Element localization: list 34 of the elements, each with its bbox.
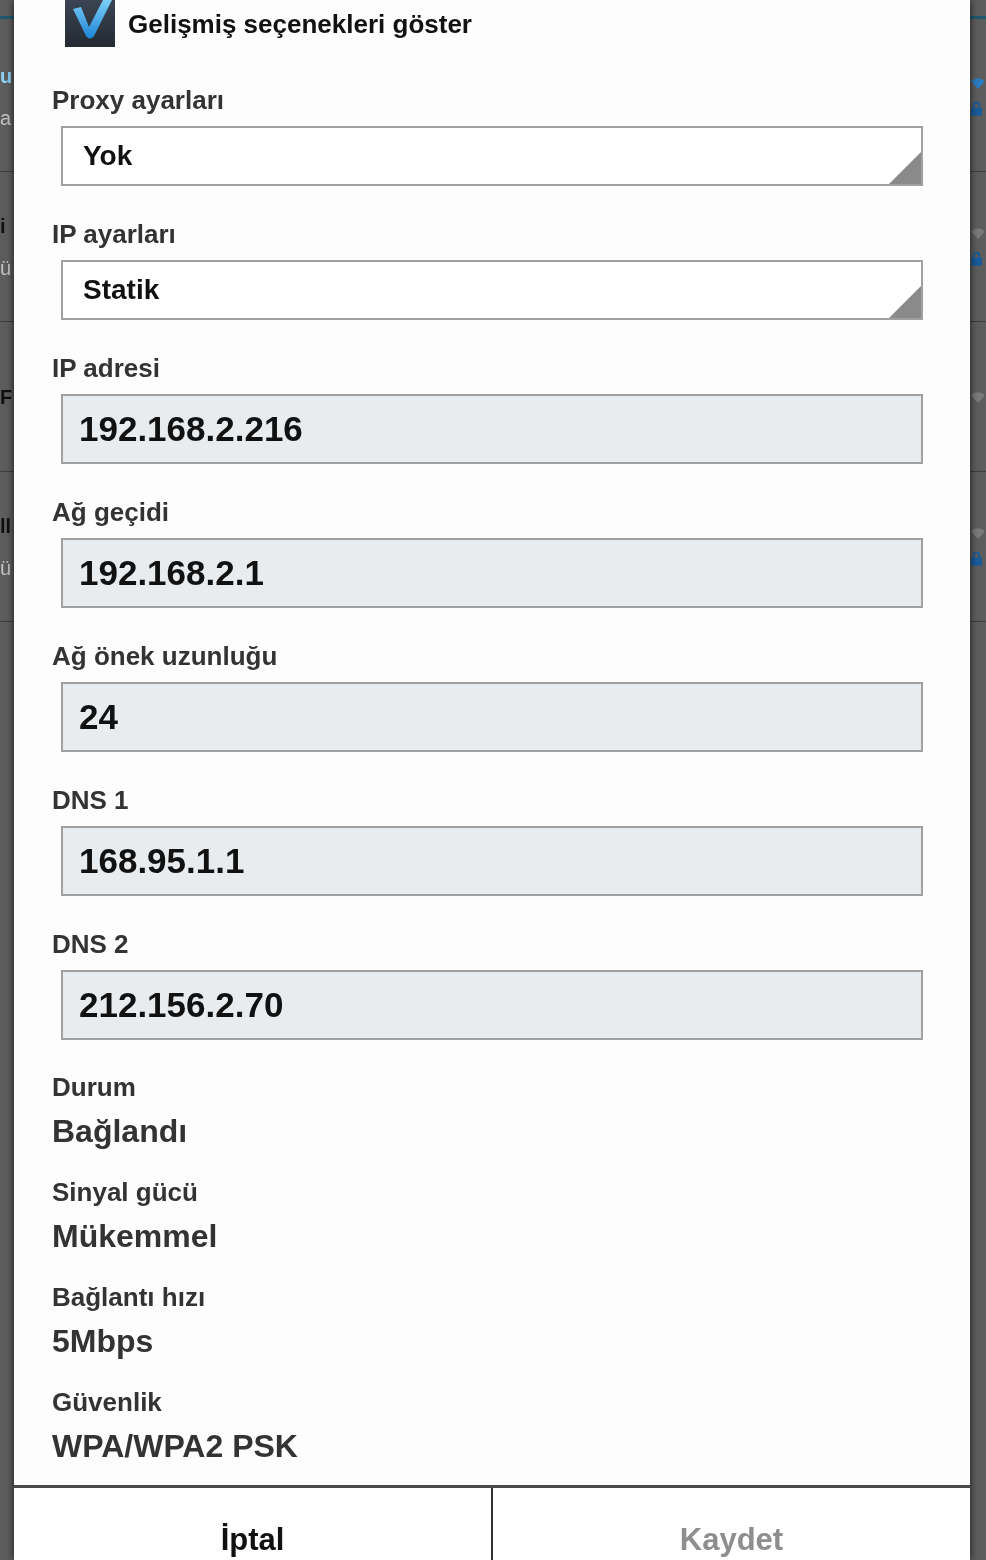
field-label: Ağ geçidi bbox=[52, 496, 169, 528]
network-status-fragment: a bbox=[0, 105, 12, 131]
network-status-fragment: ü bbox=[0, 555, 12, 581]
detail-label: Güvenlik bbox=[52, 1386, 162, 1418]
input-field[interactable]: 212.156.2.70 bbox=[61, 970, 923, 1040]
detail-value: WPA/WPA2 PSK bbox=[52, 1427, 298, 1466]
dropdown-field[interactable]: Yok bbox=[61, 126, 923, 186]
dropdown-field[interactable]: Statik bbox=[61, 260, 923, 320]
corner-triangle-icon bbox=[889, 286, 921, 318]
detail-label: Bağlantı hızı bbox=[52, 1281, 206, 1313]
network-name-fragment: ll bbox=[0, 513, 12, 539]
detail-value: 5Mbps bbox=[52, 1322, 154, 1361]
detail-label: Durum bbox=[52, 1071, 136, 1103]
detail-value: Bağlandı bbox=[52, 1112, 188, 1151]
input-field[interactable]: 24 bbox=[61, 682, 923, 752]
network-name-fragment: F bbox=[0, 384, 13, 410]
input-field[interactable]: 192.168.2.216 bbox=[61, 394, 923, 464]
dialog-button[interactable]: İptal bbox=[14, 1488, 491, 1560]
detail-value: Mükemmel bbox=[52, 1217, 218, 1256]
network-name-fragment: u bbox=[0, 63, 13, 89]
input-field[interactable]: 168.95.1.1 bbox=[61, 826, 923, 896]
checkbox-label[interactable]: Gelişmiş seçenekleri göster bbox=[128, 7, 472, 40]
corner-triangle-icon bbox=[889, 152, 921, 184]
field-label: DNS 2 bbox=[52, 928, 129, 960]
checkbox[interactable] bbox=[65, 0, 115, 47]
network-name-fragment: i bbox=[0, 213, 6, 239]
field-label: IP adresi bbox=[52, 352, 160, 384]
field-label: Ağ önek uzunluğu bbox=[52, 640, 278, 672]
field-label: Proxy ayarları bbox=[52, 84, 224, 116]
detail-label: Sinyal gücü bbox=[52, 1176, 198, 1208]
network-status-fragment: ü bbox=[0, 255, 12, 281]
field-label: DNS 1 bbox=[52, 784, 129, 816]
field-label: IP ayarları bbox=[52, 218, 176, 250]
input-field[interactable]: 192.168.2.1 bbox=[61, 538, 923, 608]
